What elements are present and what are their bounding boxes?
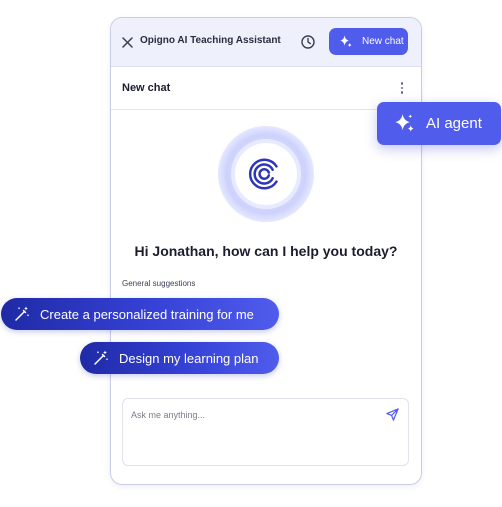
- sparkle-icon: [340, 35, 352, 48]
- magic-wand-icon: [15, 306, 30, 321]
- assistant-panel: Opigno AI Teaching Assistant New chat Ne…: [110, 17, 422, 485]
- chat-title: New chat: [122, 82, 171, 94]
- suggestion-label: Design my learning plan: [119, 350, 259, 366]
- new-chat-label: New chat: [362, 36, 404, 47]
- magic-wand-icon: [94, 350, 109, 365]
- sparkle-icon: [395, 113, 414, 132]
- panel-header: Opigno AI Teaching Assistant New chat: [111, 18, 421, 67]
- more-options-icon[interactable]: [398, 80, 406, 96]
- chat-input[interactable]: Ask me anything...: [122, 398, 409, 466]
- app-title: Opigno AI Teaching Assistant: [140, 35, 281, 46]
- ai-agent-label: AI agent: [426, 115, 482, 132]
- send-icon[interactable]: [385, 407, 400, 422]
- chat-input-placeholder: Ask me anything...: [131, 410, 206, 420]
- suggestion-label: Create a personalized training for me: [40, 306, 254, 322]
- suggestion-chip-learning-plan[interactable]: Design my learning plan: [80, 342, 279, 374]
- new-chat-button[interactable]: New chat: [329, 28, 408, 55]
- close-icon[interactable]: [121, 36, 134, 49]
- ai-agent-badge: AI agent: [377, 102, 501, 145]
- chat-header: New chat: [111, 67, 421, 110]
- opigno-logo-icon: [248, 158, 278, 190]
- suggestion-chip-personalized-training[interactable]: Create a personalized training for me: [1, 298, 279, 330]
- assistant-avatar: [218, 126, 314, 222]
- greeting-text: Hi Jonathan, how can I help you today?: [134, 243, 398, 259]
- logo-circle: [235, 143, 297, 205]
- suggestions-label: General suggestions: [122, 279, 196, 288]
- clock-icon[interactable]: [300, 34, 316, 50]
